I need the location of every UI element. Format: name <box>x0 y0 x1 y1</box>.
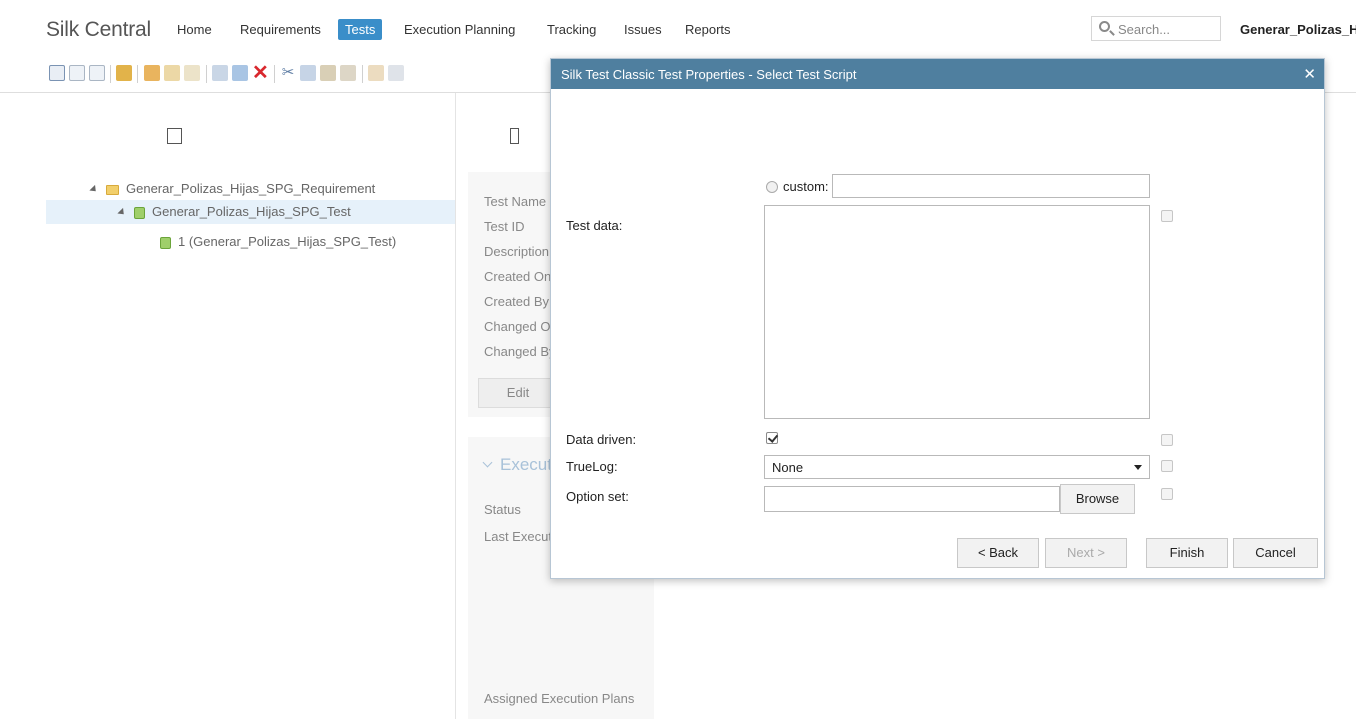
dialog-title-bar[interactable]: Silk Test Classic Test Properties - Sele… <box>551 59 1324 89</box>
folder-icon <box>106 184 119 195</box>
silk-central-window: Silk Central Home Requirements Tests Exe… <box>0 0 1356 719</box>
nav-execution-planning[interactable]: Execution Planning <box>404 22 515 37</box>
dialog-body-top <box>551 94 1324 176</box>
close-icon[interactable]: ✕ <box>1303 65 1316 83</box>
expand-icon[interactable] <box>89 184 99 195</box>
next-button[interactable]: Next > <box>1045 538 1127 568</box>
assigned-plans-label: Assigned Execution Plans <box>484 691 635 706</box>
option-set-label: Option set: <box>566 489 629 504</box>
edit-icon[interactable] <box>212 65 228 81</box>
description-label: Description <box>484 244 550 259</box>
select-test-script-dialog: Silk Test Classic Test Properties - Sele… <box>550 58 1325 579</box>
changed-by-label: Changed By <box>484 344 556 359</box>
nav-requirements[interactable]: Requirements <box>240 22 321 37</box>
tab-glyph-2 <box>510 128 519 144</box>
dialog-title: Silk Test Classic Test Properties - Sele… <box>561 67 857 82</box>
custom-label: custom: <box>783 179 829 194</box>
tree-item-test[interactable]: Generar_Polizas_Hijas_SPG_Test <box>46 200 455 224</box>
paste-icon[interactable] <box>320 65 336 81</box>
view-tree-icon[interactable] <box>49 65 65 81</box>
tree-item-label: 1 (Generar_Polizas_Hijas_SPG_Test) <box>178 234 397 249</box>
search-icon <box>1099 21 1110 32</box>
nav-issues[interactable]: Issues <box>624 22 662 37</box>
copy-icon[interactable] <box>300 65 316 81</box>
changed-on-label: Changed On <box>484 319 558 334</box>
back-button[interactable]: < Back <box>957 538 1039 568</box>
new-test-icon[interactable] <box>232 65 248 81</box>
pane-divider[interactable] <box>455 93 456 719</box>
nav-reports[interactable]: Reports <box>685 22 731 37</box>
cancel-button[interactable]: Cancel <box>1233 538 1318 568</box>
finish-button[interactable]: Finish <box>1146 538 1228 568</box>
test-id-label: Test ID <box>484 219 525 234</box>
test-icon <box>160 236 171 249</box>
user-menu[interactable]: Generar_Polizas_Hijas_SPG <box>1240 22 1356 37</box>
chevron-down-icon <box>1134 465 1142 470</box>
nav-tests[interactable]: Tests <box>338 19 383 40</box>
copy-doc-icon[interactable] <box>184 65 200 81</box>
tree-item-test-instance[interactable]: 1 (Generar_Polizas_Hijas_SPG_Test) <box>160 234 396 249</box>
truelog-override-checkbox[interactable] <box>1161 460 1173 472</box>
created-by-label: Created By <box>484 294 550 309</box>
edit-button[interactable]: Edit <box>478 378 558 408</box>
test-name-label: Test Name <box>484 194 547 209</box>
truelog-label: TrueLog: <box>566 459 618 474</box>
app-title: Silk Central <box>46 18 151 41</box>
move-up-icon[interactable] <box>368 65 384 81</box>
paste-as-child-icon[interactable] <box>340 65 356 81</box>
option-set-field[interactable] <box>764 486 1060 512</box>
tree-item-requirement[interactable]: Generar_Polizas_Hijas_SPG_Requirement <box>89 181 376 196</box>
status-label: Status <box>484 502 521 517</box>
new-folder-icon[interactable] <box>144 65 160 81</box>
truelog-select[interactable]: None <box>764 455 1150 479</box>
delete-icon[interactable]: ✕ <box>252 63 269 83</box>
test-icon <box>134 206 145 219</box>
nav-tracking[interactable]: Tracking <box>547 22 596 37</box>
custom-field[interactable] <box>832 174 1150 198</box>
tree-item-label: Generar_Polizas_Hijas_SPG_Requirement <box>126 181 376 196</box>
folder-icon[interactable] <box>164 65 180 81</box>
search-placeholder: Search... <box>1118 22 1171 37</box>
tree-item-label: Generar_Polizas_Hijas_SPG_Test <box>152 204 351 219</box>
upload-icon[interactable] <box>116 65 132 81</box>
view-details-icon[interactable] <box>69 65 85 81</box>
data-driven-label: Data driven: <box>566 432 637 447</box>
option-set-override-checkbox[interactable] <box>1161 488 1173 500</box>
view-grid-icon[interactable] <box>89 65 105 81</box>
expand-icon[interactable] <box>117 207 127 218</box>
move-down-icon[interactable] <box>388 65 404 81</box>
tab-glyph-1 <box>167 128 182 144</box>
test-data-label: Test data: <box>566 218 623 233</box>
created-on-label: Created On <box>484 269 552 284</box>
custom-radio[interactable] <box>766 181 778 193</box>
data-driven-checkbox[interactable] <box>766 432 778 444</box>
search-input[interactable]: Search... <box>1091 16 1221 41</box>
test-data-override-checkbox[interactable] <box>1161 210 1173 222</box>
truelog-value: None <box>772 460 804 475</box>
cut-icon[interactable]: ✂ <box>280 65 296 81</box>
data-driven-override-checkbox[interactable] <box>1161 434 1173 446</box>
browse-button[interactable]: Browse <box>1060 484 1135 514</box>
nav-home[interactable]: Home <box>177 22 212 37</box>
test-data-textarea[interactable] <box>764 205 1150 419</box>
chevron-down-icon <box>482 457 493 468</box>
